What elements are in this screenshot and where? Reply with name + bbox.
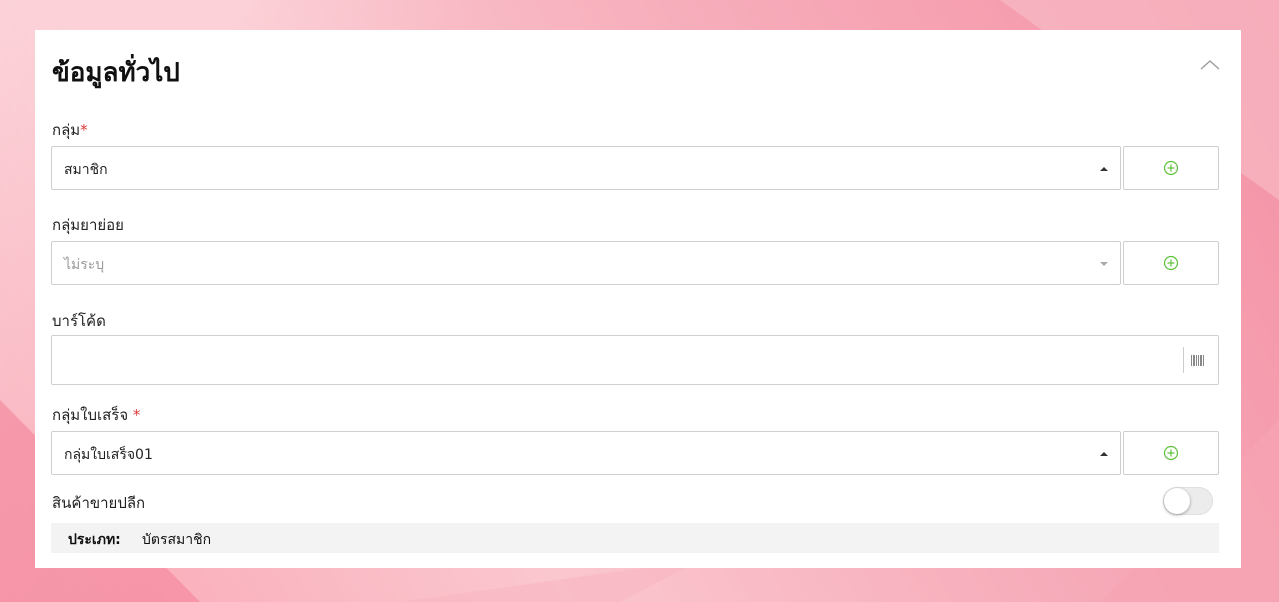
- caret-up-icon: [1100, 167, 1108, 171]
- group-select-value: สมาชิก: [64, 162, 108, 178]
- caret-down-icon: [1100, 262, 1108, 266]
- plus-circle-icon: [1163, 255, 1179, 271]
- barcode-icon: [1191, 355, 1204, 366]
- add-subgroup-button[interactable]: [1123, 241, 1219, 285]
- subgroup-select-placeholder: ไม่ระบุ: [64, 257, 105, 273]
- subgroup-select[interactable]: ไม่ระบุ: [51, 241, 1121, 285]
- receipt-group-select-value: กลุ่มใบเสร็จ01: [64, 447, 153, 463]
- type-value: บัตรสมาชิก: [142, 532, 212, 548]
- retail-label: สินค้าขายปลีก: [52, 494, 146, 512]
- required-mark: *: [80, 121, 88, 139]
- section-title: ข้อมูลทั่วไป: [52, 58, 180, 88]
- group-label: กลุ่ม*: [52, 118, 88, 142]
- plus-circle-icon: [1163, 445, 1179, 461]
- collapse-button[interactable]: [1197, 52, 1223, 78]
- required-mark: *: [132, 406, 141, 424]
- subgroup-label: กลุ่มยาย่อย: [52, 216, 124, 234]
- barcode-input[interactable]: [51, 335, 1219, 385]
- toggle-knob: [1164, 488, 1190, 514]
- plus-circle-icon: [1163, 160, 1179, 176]
- general-info-card: ข้อมูลทั่วไป กลุ่ม* สมาชิก กลุ่มยาย่อย ไ…: [35, 30, 1241, 568]
- retail-toggle[interactable]: [1163, 487, 1213, 515]
- receipt-group-label-text: กลุ่มใบเสร็จ: [52, 406, 129, 424]
- add-receipt-group-button[interactable]: [1123, 431, 1219, 475]
- add-group-button[interactable]: [1123, 146, 1219, 190]
- type-label: ประเภท:: [68, 532, 121, 548]
- group-select[interactable]: สมาชิก: [51, 146, 1121, 190]
- receipt-group-select[interactable]: กลุ่มใบเสร็จ01: [51, 431, 1121, 475]
- receipt-group-label: กลุ่มใบเสร็จ *: [52, 403, 140, 427]
- caret-up-icon: [1100, 452, 1108, 456]
- group-label-text: กลุ่ม: [52, 121, 81, 139]
- chevron-up-icon: [1200, 60, 1220, 70]
- type-info-bar: ประเภท: บัตรสมาชิก: [51, 523, 1219, 553]
- barcode-label: บาร์โค้ด: [52, 312, 106, 330]
- barcode-scan-button[interactable]: [1183, 347, 1210, 373]
